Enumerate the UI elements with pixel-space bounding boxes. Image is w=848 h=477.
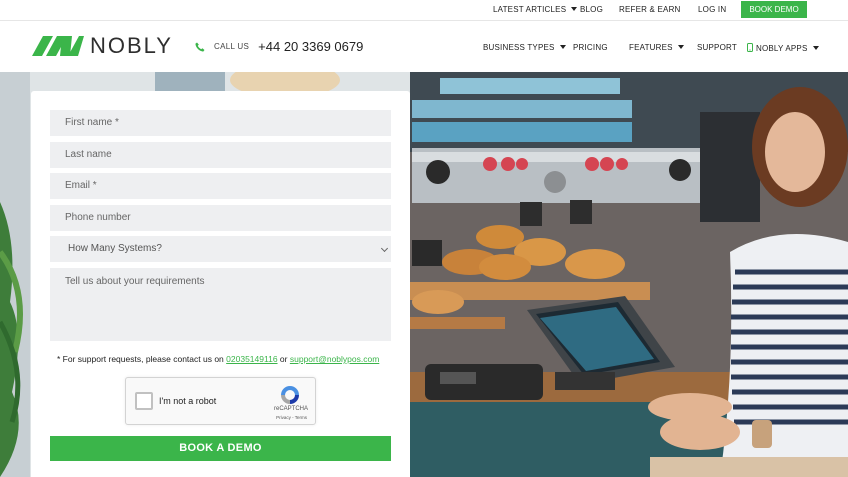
- utility-bar: LATEST ARTICLES BLOG REFER & EARN LOG IN…: [0, 0, 848, 21]
- book-demo-top-button[interactable]: BOOK DEMO: [741, 1, 807, 18]
- recaptcha-terms[interactable]: Privacy - Terms: [276, 415, 307, 420]
- chevron-down-icon: [571, 7, 578, 11]
- nav-business-types[interactable]: BUSINESS TYPES: [483, 43, 566, 52]
- support-note: * For support requests, please contact u…: [57, 354, 379, 364]
- book-a-demo-button[interactable]: BOOK A DEMO: [50, 436, 391, 461]
- systems-count-select-value: How Many Systems?: [68, 243, 162, 254]
- refer-earn-link[interactable]: REFER & EARN: [619, 5, 681, 14]
- nav-features[interactable]: FEATURES: [629, 43, 684, 52]
- nav-features-label: FEATURES: [629, 43, 673, 52]
- recaptcha-label: I'm not a robot: [159, 396, 217, 406]
- latest-articles-menu[interactable]: LATEST ARTICLES: [493, 5, 578, 14]
- requirements-textarea[interactable]: Tell us about your requirements: [50, 268, 391, 341]
- chevron-down-icon: [812, 46, 819, 50]
- recaptcha-brand: reCAPTCHA: [273, 406, 308, 412]
- call-us-label: CALL US: [214, 42, 250, 51]
- last-name-input[interactable]: Last name: [50, 142, 391, 168]
- mobile-icon: [747, 43, 753, 52]
- nobly-logo-mark-icon: [32, 36, 84, 56]
- phone-icon: [195, 42, 205, 52]
- call-us[interactable]: CALL US +44 20 3369 0679: [195, 39, 363, 54]
- chevron-down-icon: [380, 244, 389, 253]
- nav-support[interactable]: SUPPORT: [697, 43, 737, 52]
- main-header: NOBLY CALL US +44 20 3369 0679 BUSINESS …: [0, 22, 848, 72]
- latest-articles-label: LATEST ARTICLES: [493, 5, 567, 14]
- first-name-input[interactable]: First name *: [50, 110, 391, 136]
- nobly-logo[interactable]: NOBLY: [32, 33, 173, 58]
- email-input[interactable]: Email *: [50, 173, 391, 199]
- nav-nobly-apps-label: NOBLY APPS: [756, 44, 808, 53]
- blog-link[interactable]: BLOG: [580, 5, 603, 14]
- support-note-text: * For support requests, please contact u…: [57, 354, 224, 364]
- support-note-or: or: [279, 354, 288, 364]
- recaptcha-widget: I'm not a robot reCAPTCHA Privacy - Term…: [125, 377, 316, 425]
- recaptcha-icon: [281, 386, 299, 404]
- nav-pricing[interactable]: PRICING: [573, 43, 608, 52]
- phone-number-input[interactable]: Phone number: [50, 205, 391, 231]
- recaptcha-checkbox[interactable]: [135, 392, 153, 410]
- nav-business-types-label: BUSINESS TYPES: [483, 43, 555, 52]
- chevron-down-icon: [677, 45, 684, 49]
- logo-text: NOBLY: [90, 33, 173, 58]
- chevron-down-icon: [559, 45, 566, 49]
- demo-request-form: First name * Last name Email * Phone num…: [31, 91, 410, 477]
- login-link[interactable]: LOG IN: [698, 5, 726, 14]
- support-email-link[interactable]: support@noblypos.com: [290, 354, 379, 364]
- phone-number[interactable]: +44 20 3369 0679: [258, 39, 363, 54]
- nav-nobly-apps[interactable]: NOBLY APPS: [747, 43, 819, 53]
- support-phone-link[interactable]: 02035149116: [226, 354, 277, 364]
- systems-count-select[interactable]: How Many Systems?: [50, 236, 391, 262]
